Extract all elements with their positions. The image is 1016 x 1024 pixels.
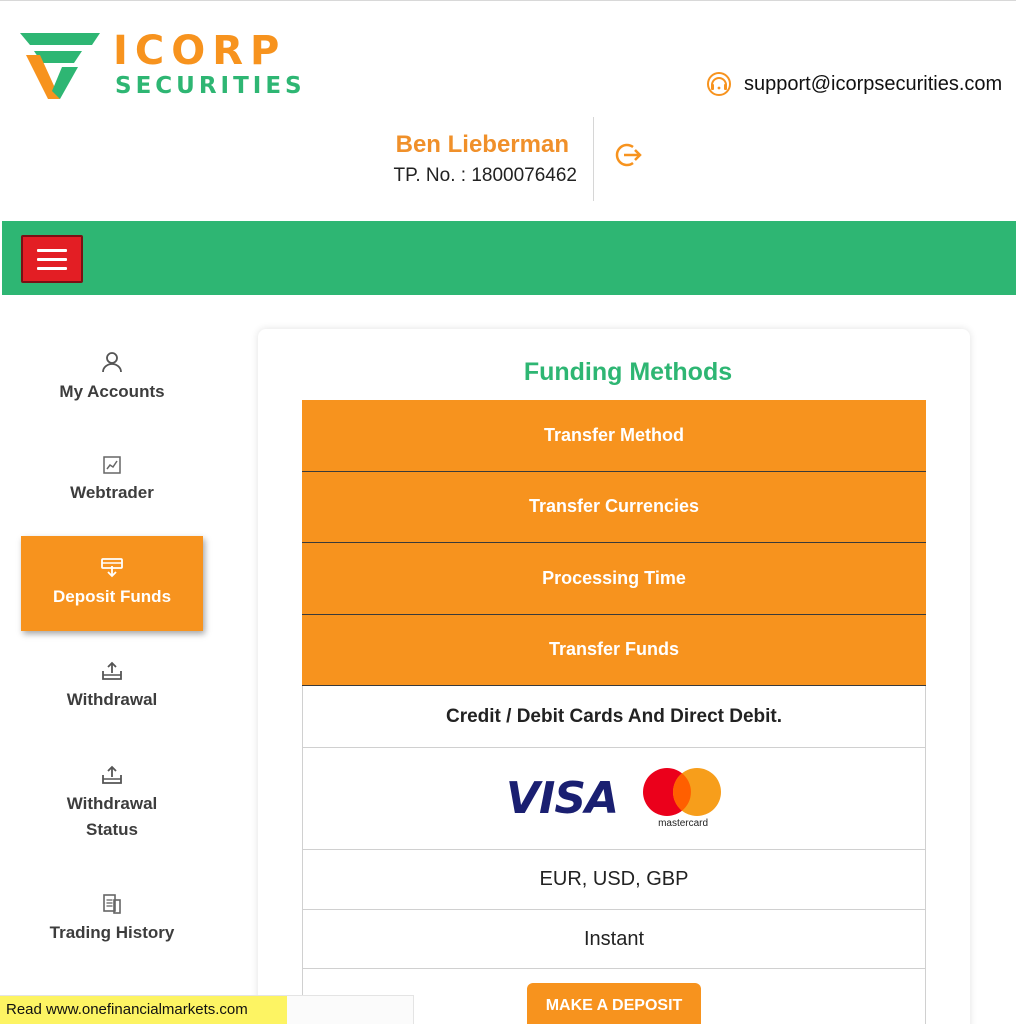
page: ICORP SECURITIES support@icorpsecurities…: [0, 0, 1016, 1024]
sidebar-item-label: Deposit Funds: [52, 587, 172, 606]
hamburger-icon-line: [37, 257, 67, 261]
chart-icon: [103, 456, 121, 474]
support-email[interactable]: support@icorpsecurities.com: [744, 73, 1002, 96]
tp-number: TP. No. : 1800076462: [393, 165, 577, 186]
support-contact[interactable]: support@icorpsecurities.com: [706, 69, 1002, 99]
logo-mark-icon: [20, 33, 100, 99]
upload-tray-icon: [102, 765, 122, 784]
header-transfer-method: Transfer Method: [543, 424, 685, 445]
sidebar-item-my-accounts[interactable]: My Accounts: [21, 351, 203, 411]
hamburger-icon-line: [37, 248, 67, 252]
funding-methods-table: Transfer Method Transfer Currencies Proc…: [302, 400, 926, 1024]
sidebar-item-label-line2: Status: [86, 820, 138, 839]
logout-icon[interactable]: [615, 141, 643, 169]
top-nav-bar: [2, 221, 1016, 295]
user-info: Ben Lieberman TP. No. : 1800076462: [380, 129, 585, 191]
brand-logo[interactable]: ICORP SECURITIES: [20, 31, 310, 103]
sidebar-item-label: Withdrawal: [66, 690, 158, 709]
sidebar-item-withdrawal-status[interactable]: Withdrawal Status: [21, 765, 203, 845]
header-transfer-funds: Transfer Funds: [548, 639, 680, 660]
user-name: Ben Lieberman: [395, 131, 569, 158]
sidebar-item-label: Webtrader: [70, 483, 154, 502]
brand-name-top: ICORP: [113, 28, 287, 74]
table-header-row: Processing Time: [302, 543, 926, 615]
table-row-processing-time: Instant: [302, 910, 926, 969]
table-header-row: Transfer Method: [302, 400, 926, 472]
hamburger-menu-button[interactable]: [21, 235, 83, 283]
hamburger-icon-line: [37, 266, 67, 270]
user-icon: [102, 352, 122, 373]
table-row-method-name: Credit / Debit Cards And Direct Debit.: [302, 686, 926, 748]
sidebar-item-label: My Accounts: [59, 382, 165, 401]
header-processing-time: Processing Time: [542, 567, 686, 588]
method-name: Credit / Debit Cards And Direct Debit.: [445, 705, 783, 727]
table-row-currencies: EUR, USD, GBP: [302, 850, 926, 910]
document-icon: [103, 894, 121, 914]
notice-text: Read www.onefinancialmarkets.com: [6, 1001, 248, 1018]
notice-bar: Read www.onefinancialmarkets.com: [0, 995, 414, 1024]
brand-name-bottom: SECURITIES: [115, 73, 306, 99]
sidebar-item-withdrawal[interactable]: Withdrawal: [21, 661, 203, 721]
processing-time-value: Instant: [583, 927, 645, 950]
table-header-row: Transfer Funds: [302, 614, 926, 686]
sidebar-item-label: Trading History: [49, 923, 175, 942]
card-logos: VISA mastercard: [505, 767, 722, 830]
visa-logo: VISA: [505, 772, 619, 824]
sidebar-item-deposit-funds[interactable]: Deposit Funds: [21, 536, 203, 631]
mastercard-wordmark: mastercard: [658, 817, 709, 829]
header-transfer-currencies: Transfer Currencies: [528, 496, 700, 517]
sidebar-item-webtrader[interactable]: Webtrader: [21, 456, 203, 516]
deposit-icon: [101, 558, 123, 578]
sidebar-item-label-line1: Withdrawal: [66, 794, 158, 813]
make-deposit-button[interactable]: MAKE A DEPOSIT: [527, 983, 701, 1024]
divider: [593, 117, 594, 201]
upload-tray-icon: [102, 661, 122, 680]
page-title: Funding Methods: [523, 358, 733, 386]
currencies-value: EUR, USD, GBP: [539, 868, 689, 890]
mastercard-circles-icon: [643, 767, 722, 816]
headset-icon: [707, 72, 731, 96]
table-row-card-logos: VISA mastercard: [302, 748, 926, 850]
sidebar-item-trading-history[interactable]: Trading History: [21, 894, 203, 954]
table-header-row: Transfer Currencies: [302, 471, 926, 543]
mastercard-logo: mastercard: [642, 767, 722, 830]
